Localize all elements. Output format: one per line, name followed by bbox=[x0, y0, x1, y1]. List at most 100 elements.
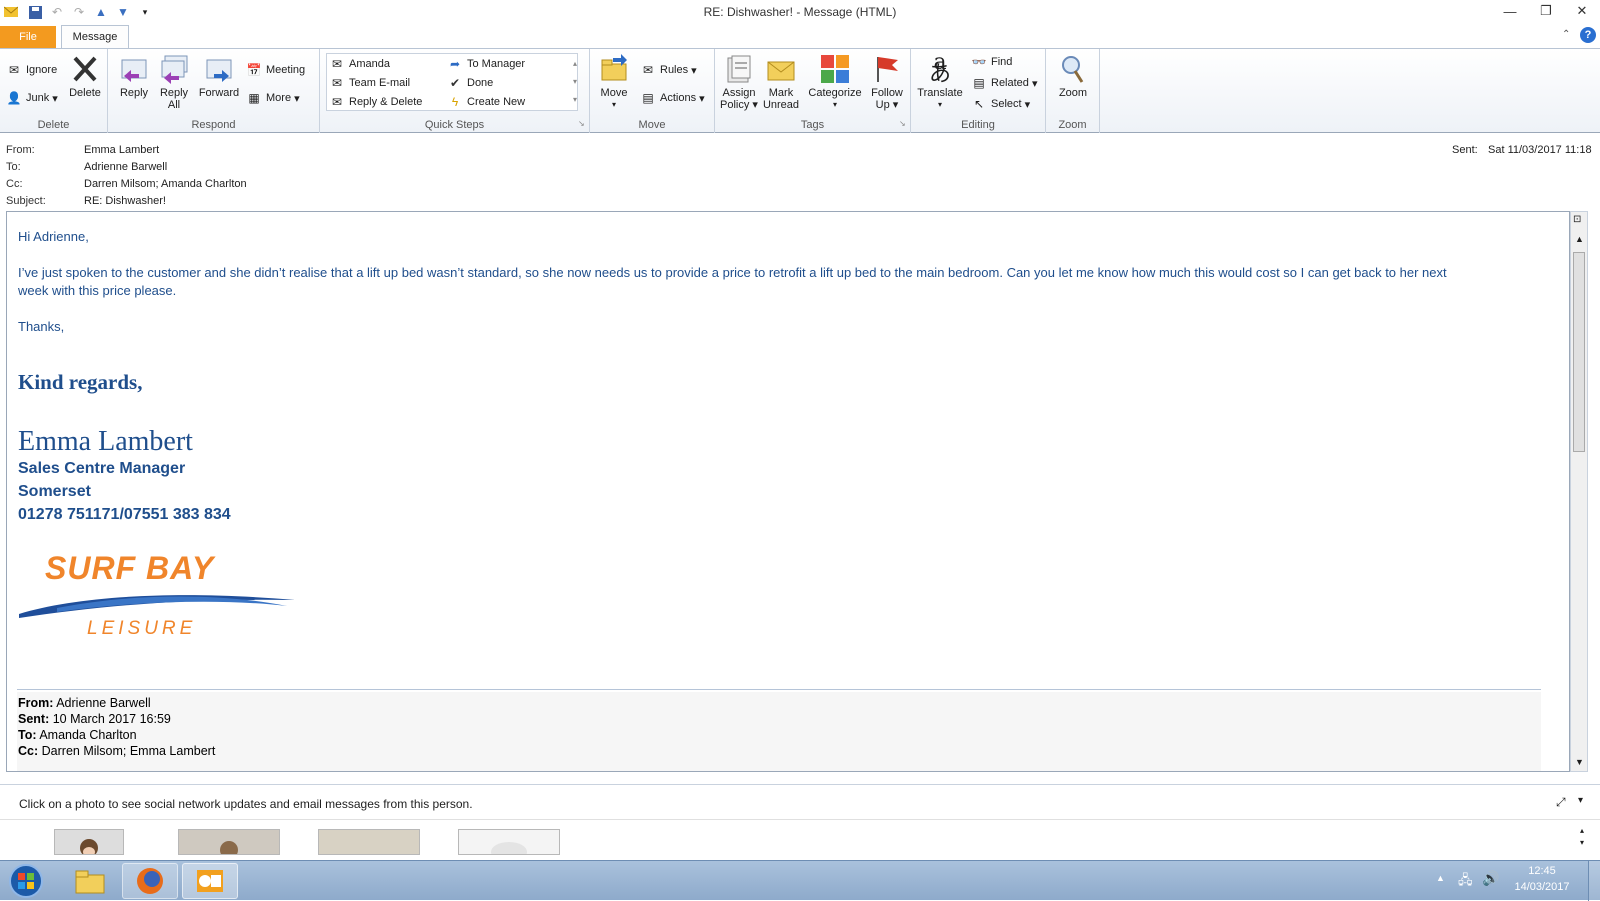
sent-value: Sat 11/03/2017 11:18 bbox=[1488, 144, 1592, 156]
translate-button[interactable]: aあ Translate ▾ bbox=[915, 52, 965, 111]
lightning-icon: ϟ bbox=[451, 95, 459, 109]
categorize-icon bbox=[819, 53, 851, 85]
tab-message[interactable]: Message bbox=[61, 25, 129, 48]
mark-unread-button[interactable]: Mark Unread bbox=[761, 53, 801, 111]
rules-icon: ✉ bbox=[642, 63, 654, 77]
move-button[interactable]: Move ▾ bbox=[596, 53, 632, 111]
contact-photo-1[interactable] bbox=[54, 829, 124, 857]
assign-policy-button[interactable]: Assign Policy ▾ bbox=[719, 53, 759, 111]
restore-icon[interactable]: ❐ bbox=[1530, 0, 1562, 22]
from-value[interactable]: Emma Lambert bbox=[84, 144, 159, 156]
body-line-1: I’ve just spoken to the customer and she… bbox=[18, 265, 1447, 280]
help-icon[interactable]: ? bbox=[1580, 27, 1596, 43]
zoom-button[interactable]: Zoom bbox=[1052, 53, 1094, 99]
rules-button[interactable]: ✉ Rules ▾ bbox=[640, 61, 697, 79]
outlook-taskbar-button[interactable] bbox=[182, 863, 238, 899]
tab-file[interactable]: File bbox=[0, 26, 56, 48]
subject-value: RE: Dishwasher! bbox=[84, 195, 166, 207]
thanks: Thanks, bbox=[18, 319, 65, 334]
kind-regards: Kind regards, bbox=[18, 370, 143, 394]
junk-button[interactable]: 👤 Junk ▾ bbox=[6, 89, 58, 107]
forward-icon bbox=[203, 53, 235, 85]
scroll-thumb[interactable] bbox=[1573, 252, 1585, 452]
forward-button[interactable]: Forward bbox=[196, 53, 242, 99]
clock-date[interactable]: 14/03/2017 bbox=[1506, 881, 1578, 893]
sent-label: Sent: bbox=[1452, 144, 1478, 156]
meeting-icon: 📅 bbox=[246, 63, 262, 77]
quickstep-create-new[interactable]: ϟ Create New bbox=[447, 93, 525, 111]
delete-x-icon bbox=[69, 53, 101, 85]
junk-icon: 👤 bbox=[6, 91, 22, 105]
group-delete: ✉ Ignore 👤 Junk ▾ Delete Delete bbox=[0, 49, 108, 133]
meeting-button[interactable]: 📅 Meeting bbox=[246, 61, 306, 79]
fwd-from-row: From: Adrienne Barwell bbox=[18, 696, 151, 710]
ignore-button[interactable]: ✉ Ignore bbox=[6, 61, 57, 79]
cc-value[interactable]: Darren Milsom; Amanda Charlton bbox=[84, 178, 247, 190]
network-icon[interactable]: 🖧 bbox=[1458, 871, 1473, 893]
collapse-ribbon-icon[interactable]: ⌃ bbox=[1562, 29, 1570, 40]
more-button[interactable]: ▦ More ▾ bbox=[246, 89, 299, 107]
quick-steps-scroll[interactable]: ▴ ▾ ▾ bbox=[570, 55, 580, 111]
to-value[interactable]: Adrienne Barwell bbox=[84, 161, 167, 173]
actions-button[interactable]: ▤ Actions ▾ bbox=[640, 89, 704, 107]
taskbar: ▲ 🖧 🔊 12:45 14/03/2017 bbox=[0, 860, 1600, 901]
start-button[interactable] bbox=[0, 863, 52, 899]
body-scrollbar[interactable]: ⊡ ▲ ▼ bbox=[1570, 211, 1588, 772]
close-icon[interactable]: ✕ bbox=[1566, 0, 1598, 22]
volume-icon[interactable]: 🔊 bbox=[1482, 870, 1499, 887]
contact-photo-2[interactable] bbox=[178, 829, 280, 859]
group-quick-steps: ✉ Amanda ✉ Team E-mail ✉ Reply & Delete ➦ To… bbox=[320, 49, 590, 133]
follow-up-button[interactable]: Follow Up ▾ bbox=[867, 53, 907, 111]
group-move: Move ▾ ✉ Rules ▾ ▤ Actions ▾ Move bbox=[590, 49, 715, 133]
firefox-taskbar-button[interactable] bbox=[122, 863, 178, 899]
cc-label: Cc: bbox=[6, 178, 23, 190]
clock-time[interactable]: 12:45 bbox=[1514, 865, 1570, 877]
autoscroll-icon[interactable]: ⊡ bbox=[1573, 214, 1581, 225]
ribbon-tabs: File Message ⌃ ? bbox=[0, 24, 1600, 48]
group-respond: Reply Reply All Forward 📅 Meeting ▦ More ▾… bbox=[108, 49, 320, 133]
quickstep-reply-delete[interactable]: ✉ Reply & Delete bbox=[329, 93, 422, 111]
signature-location: Somerset bbox=[18, 483, 91, 500]
scroll-down-icon[interactable]: ▼ bbox=[1575, 757, 1584, 767]
signature-phone: 01278 751171/07551 383 834 bbox=[18, 506, 231, 523]
scroll-up-icon[interactable]: ▲ bbox=[1575, 234, 1584, 244]
delete-button[interactable]: Delete bbox=[66, 53, 104, 99]
envelope-arrow-icon: ✉ bbox=[331, 57, 343, 71]
related-button[interactable]: ▤ Related ▾ bbox=[971, 74, 1037, 92]
assign-policy-icon bbox=[723, 53, 755, 85]
select-button[interactable]: ↖ Select ▾ bbox=[971, 95, 1030, 113]
minimize-pane-icon[interactable]: ▾ bbox=[1578, 795, 1583, 806]
greeting: Hi Adrienne, bbox=[18, 229, 89, 244]
subject-label: Subject: bbox=[6, 195, 46, 207]
explorer-taskbar-button[interactable] bbox=[62, 863, 118, 899]
divider bbox=[17, 689, 1541, 690]
from-label: From: bbox=[6, 144, 35, 156]
fwd-to-row: To: Amanda Charlton bbox=[18, 728, 137, 742]
people-pane: Click on a photo to see social network u… bbox=[0, 784, 1600, 862]
title-bar: ↶ ↷ ▲ ▼ ▾ RE: Dishwasher! - Message (HTM… bbox=[0, 0, 1600, 24]
related-icon: ▤ bbox=[973, 76, 985, 90]
people-pane-hint: Click on a photo to see social network u… bbox=[19, 797, 473, 811]
contact-photo-placeholder[interactable] bbox=[458, 829, 560, 862]
contact-photo-3[interactable] bbox=[318, 829, 420, 855]
quickstep-done[interactable]: ✔ Done bbox=[447, 74, 493, 92]
reply-button[interactable]: Reply bbox=[116, 53, 152, 99]
signature-name: Emma Lambert bbox=[18, 426, 193, 457]
minimize-icon[interactable]: — bbox=[1494, 0, 1526, 22]
categorize-button[interactable]: Categorize ▾ bbox=[805, 53, 865, 111]
move-folder-icon bbox=[598, 53, 630, 85]
quickstep-amanda[interactable]: ✉ Amanda bbox=[329, 55, 390, 73]
expand-pane-icon[interactable]: ⤢ bbox=[1556, 795, 1566, 810]
show-desktop-button[interactable] bbox=[1588, 861, 1600, 901]
people-scroll[interactable]: ▴ ▾ bbox=[1580, 825, 1584, 849]
show-hidden-icons[interactable]: ▲ bbox=[1436, 873, 1445, 883]
find-button[interactable]: 👓 Find bbox=[971, 53, 1013, 71]
message-body[interactable]: Hi Adrienne, I’ve just spoken to the cus… bbox=[6, 211, 1570, 772]
quickstep-team-email[interactable]: ✉ Team E-mail bbox=[329, 74, 410, 92]
signature-title: Sales Centre Manager bbox=[18, 460, 186, 477]
reply-all-button[interactable]: Reply All bbox=[156, 53, 192, 111]
surf-bay-logo: SURF BAY LEISURE bbox=[17, 542, 297, 642]
ignore-icon: ✉ bbox=[8, 63, 20, 77]
quickstep-to-manager[interactable]: ➦ To Manager bbox=[447, 55, 525, 73]
ribbon: ✉ Ignore 👤 Junk ▾ Delete Delete Reply Repl… bbox=[0, 48, 1600, 133]
